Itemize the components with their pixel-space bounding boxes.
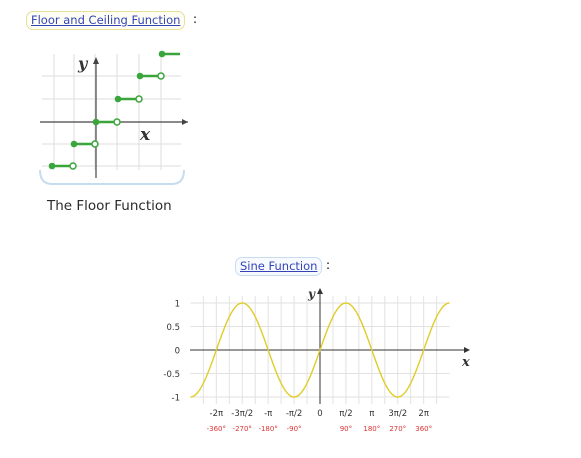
floor-ceiling-link[interactable]: Floor and Ceiling Function — [31, 13, 180, 27]
sine-x-degree-label: 270° — [389, 425, 406, 433]
sine-y-tick-label: 0.5 — [166, 323, 180, 333]
sine-link-colon: : — [326, 258, 331, 272]
sine-x-degree-label: -360° — [207, 425, 226, 433]
sine-x-degree-label: 360° — [415, 425, 432, 433]
sine-x-degree-label: -180° — [258, 425, 277, 433]
sine-function-link[interactable]: Sine Function — [240, 259, 317, 273]
sine-y-tick-label: 1 — [175, 300, 180, 310]
sine-x-tick-label: 3π/2 — [388, 409, 407, 419]
floor-function-graph: y x — [39, 50, 188, 185]
floor-function-caption: The Floor Function — [47, 198, 172, 214]
sine-y-label: y — [307, 287, 316, 301]
sine-y-tick-label: 0 — [175, 347, 180, 357]
sine-x-degree-label: 90° — [340, 425, 352, 433]
sine-x-degree-label: -90° — [287, 425, 302, 433]
sine-x-label: x — [461, 355, 470, 370]
sine-x-tick-label: 2π — [418, 409, 429, 419]
sine-function-chart: y x 1 0.5 0 -0.5 -1 -2π -3π/2 -π -π/2 0 π/2 π 3π/2 2… — [163, 287, 470, 433]
floor-y-label: y — [77, 54, 89, 73]
sine-x-tick-label: -π/2 — [286, 409, 302, 419]
sine-x-tick-label: 0 — [317, 409, 322, 419]
sine-x-tick-label: π/2 — [339, 409, 352, 419]
floor-link-colon: : — [193, 12, 198, 26]
sine-x-tick-label: -3π/2 — [231, 409, 253, 419]
floor-ceiling-link-box[interactable]: Floor and Ceiling Function — [26, 11, 186, 30]
sine-x-degree-label: -270° — [233, 425, 252, 433]
sine-y-tick-label: -1 — [172, 394, 180, 404]
sine-link-box[interactable]: Sine Function — [235, 257, 323, 276]
sine-x-degree-label: 180° — [363, 425, 380, 433]
sine-x-tick-label: π — [369, 409, 374, 419]
floor-x-label: x — [139, 125, 151, 145]
sine-x-tick-label: -π — [264, 409, 272, 419]
sine-x-tick-label: -2π — [210, 409, 224, 419]
sine-y-tick-label: -0.5 — [163, 370, 180, 380]
